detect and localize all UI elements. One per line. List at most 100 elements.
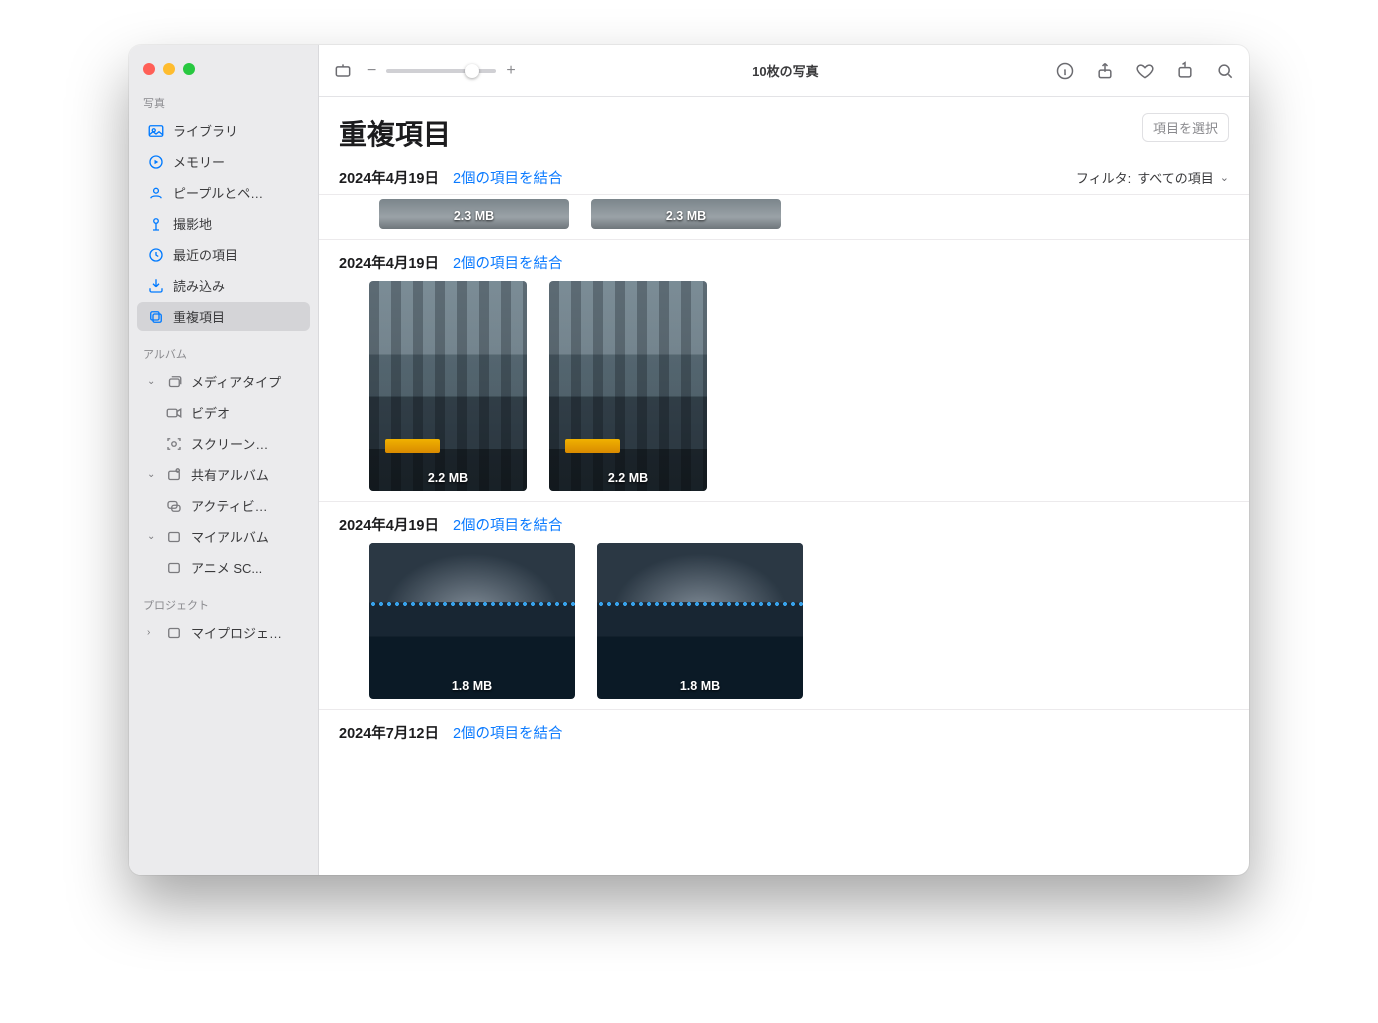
window-controls xyxy=(129,53,318,89)
filter-label: フィルタ: xyxy=(1076,168,1131,187)
duplicate-group: 2024年7月12日 2個の項目を結合 xyxy=(319,709,1249,761)
file-size-label: 1.8 MB xyxy=(452,679,492,693)
merge-link[interactable]: 2個の項目を結合 xyxy=(453,167,563,188)
activity-icon xyxy=(165,497,183,515)
sidebar-section-projects: プロジェクト xyxy=(129,591,318,617)
sidebar-item-places[interactable]: 撮影地 xyxy=(137,209,310,238)
import-icon xyxy=(147,277,165,295)
aspect-icon[interactable] xyxy=(333,61,353,81)
duplicates-icon xyxy=(147,308,165,326)
sidebar-item-screenshots[interactable]: スクリーン… xyxy=(137,429,310,458)
photo-thumbnail[interactable]: 1.8 MB xyxy=(369,543,575,699)
sidebar-item-memories[interactable]: メモリー xyxy=(137,147,310,176)
file-size-label: 2.2 MB xyxy=(608,471,648,485)
merge-link[interactable]: 2個の項目を結合 xyxy=(453,722,563,743)
file-size-label: 2.3 MB xyxy=(666,209,706,223)
main-pane: − + 10枚の写真 重複項目 項目を選択 2024年4月19日 2個の項目を結… xyxy=(319,45,1249,875)
file-size-label: 2.2 MB xyxy=(428,471,468,485)
sidebar-item-label: 共有アルバム xyxy=(191,465,269,484)
app-window: 写真 ライブラリ メモリー ピープルとペ… 撮影地 最近の項目 読み込み 重複項… xyxy=(129,45,1249,875)
chevron-down-icon[interactable]: ⌄ xyxy=(147,376,157,387)
sidebar-item-activity[interactable]: アクティビ… xyxy=(137,491,310,520)
group-date: 2024年4月19日 xyxy=(339,252,439,273)
sidebar-item-recents[interactable]: 最近の項目 xyxy=(137,240,310,269)
merge-link[interactable]: 2個の項目を結合 xyxy=(453,252,563,273)
zoom-slider[interactable]: − + xyxy=(367,62,516,80)
sidebar-item-duplicates[interactable]: 重複項目 xyxy=(137,302,310,331)
group-header: 2024年4月19日 2個の項目を結合 xyxy=(339,514,1229,535)
sidebar-item-label: マイプロジェ… xyxy=(191,623,282,642)
thumbnail-row: 2.2 MB 2.2 MB xyxy=(339,281,1229,491)
sidebar-item-shared-albums[interactable]: ⌄ 共有アルバム xyxy=(137,460,310,489)
sidebar-item-imports[interactable]: 読み込み xyxy=(137,271,310,300)
filter-value: すべての項目 xyxy=(1137,168,1214,187)
sidebar-item-my-projects[interactable]: › マイプロジェ… xyxy=(137,618,310,647)
sidebar-item-label: メディアタイプ xyxy=(191,372,281,391)
photo-thumbnail[interactable]: 2.2 MB xyxy=(549,281,707,491)
people-icon xyxy=(147,184,165,202)
close-window-button[interactable] xyxy=(143,63,155,75)
sidebar-item-label: 最近の項目 xyxy=(173,245,238,264)
minimize-window-button[interactable] xyxy=(163,63,175,75)
sidebar-section-albums: アルバム xyxy=(129,340,318,366)
toolbar-title: 10枚の写真 xyxy=(530,61,1041,80)
sidebar-item-label: 読み込み xyxy=(173,276,225,295)
zoom-out-icon[interactable]: − xyxy=(367,62,376,80)
sidebar-item-label: 重複項目 xyxy=(173,307,225,326)
group-date: 2024年7月12日 xyxy=(339,722,439,743)
stack-icon xyxy=(165,373,183,391)
sidebar-item-library[interactable]: ライブラリ xyxy=(137,116,310,145)
toolbar: − + 10枚の写真 xyxy=(319,45,1249,97)
clock-icon xyxy=(147,246,165,264)
zoom-window-button[interactable] xyxy=(183,63,195,75)
sidebar-item-label: メモリー xyxy=(173,152,225,171)
content-header: 重複項目 項目を選択 xyxy=(319,97,1249,161)
duplicate-group: 2.3 MB 2.3 MB xyxy=(319,195,1249,239)
content-scroll[interactable]: 2.3 MB2.3 MB2024年4月19日2個の項目を結合2.2 MB2.2 … xyxy=(319,195,1249,875)
sidebar-item-label: アクティビ… xyxy=(191,496,268,515)
photo-thumbnail[interactable]: 2.2 MB xyxy=(369,281,527,491)
photo-thumbnail[interactable]: 2.3 MB xyxy=(591,199,781,229)
zoom-thumb[interactable] xyxy=(465,64,479,78)
zoom-track[interactable] xyxy=(386,69,496,73)
duplicate-group: 2024年4月19日 2個の項目を結合 1.8 MB 1.8 MB xyxy=(319,501,1249,709)
file-size-label: 1.8 MB xyxy=(680,679,720,693)
sidebar-item-label: ピープルとペ… xyxy=(173,183,263,202)
sidebar-item-people[interactable]: ピープルとペ… xyxy=(137,178,310,207)
select-items-button[interactable]: 項目を選択 xyxy=(1142,113,1229,142)
sidebar-item-label: 撮影地 xyxy=(173,214,212,233)
project-icon xyxy=(165,624,183,642)
sidebar-item-my-albums[interactable]: ⌄ マイアルバム xyxy=(137,522,310,551)
chevron-right-icon[interactable]: › xyxy=(147,627,157,638)
sidebar-item-label: アニメ SC... xyxy=(191,558,262,577)
shared-icon xyxy=(165,466,183,484)
file-size-label: 2.3 MB xyxy=(454,209,494,223)
info-icon[interactable] xyxy=(1055,61,1075,81)
rotate-icon[interactable] xyxy=(1175,61,1195,81)
sidebar-item-album-anime[interactable]: アニメ SC... xyxy=(137,553,310,582)
sidebar-item-videos[interactable]: ビデオ xyxy=(137,398,310,427)
photo-thumbnail[interactable]: 2.3 MB xyxy=(379,199,569,229)
chevron-down-icon[interactable]: ⌄ xyxy=(147,531,157,542)
sticky-group-header: 2024年4月19日 2個の項目を結合 フィルタ: すべての項目 ⌄ xyxy=(319,161,1249,195)
library-icon xyxy=(147,122,165,140)
page-title: 重複項目 xyxy=(339,113,451,153)
search-icon[interactable] xyxy=(1215,61,1235,81)
thumbnail-row: 1.8 MB 1.8 MB xyxy=(339,543,1229,699)
group-date: 2024年4月19日 xyxy=(339,514,439,535)
sidebar-item-label: スクリーン… xyxy=(191,434,268,453)
share-icon[interactable] xyxy=(1095,61,1115,81)
pin-icon xyxy=(147,215,165,233)
zoom-in-icon[interactable]: + xyxy=(506,62,515,80)
sidebar-item-media-types[interactable]: ⌄ メディアタイプ xyxy=(137,367,310,396)
group-header: 2024年4月19日 2個の項目を結合 xyxy=(339,252,1229,273)
photo-thumbnail[interactable]: 1.8 MB xyxy=(597,543,803,699)
sidebar-item-label: ライブラリ xyxy=(173,121,238,140)
album-icon xyxy=(165,559,183,577)
chevron-down-icon[interactable]: ⌄ xyxy=(147,469,157,480)
filter-dropdown[interactable]: フィルタ: すべての項目 ⌄ xyxy=(1076,168,1229,187)
favorite-icon[interactable] xyxy=(1135,61,1155,81)
sidebar: 写真 ライブラリ メモリー ピープルとペ… 撮影地 最近の項目 読み込み 重複項… xyxy=(129,45,319,875)
merge-link[interactable]: 2個の項目を結合 xyxy=(453,514,563,535)
video-icon xyxy=(165,404,183,422)
